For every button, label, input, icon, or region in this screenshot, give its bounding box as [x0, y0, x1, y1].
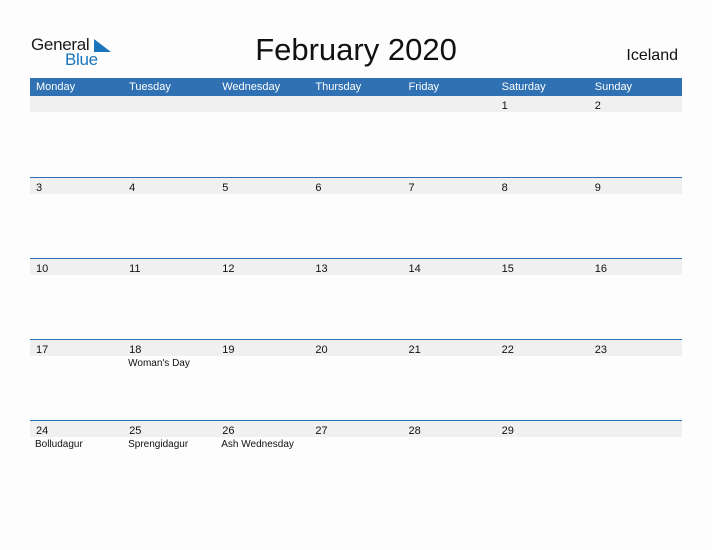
day-number: 13 — [315, 263, 328, 275]
day-number: 26 — [222, 425, 235, 437]
day-cell[interactable]: 16 — [589, 259, 682, 275]
day-cell[interactable]: 1 — [496, 96, 589, 112]
day-number: 18 — [129, 344, 142, 356]
day-cell[interactable]: 18 Woman's Day — [123, 340, 216, 369]
day-cell[interactable]: 21 — [403, 340, 496, 356]
holiday-label: Woman's Day — [128, 358, 190, 369]
week-row: 24 Bolludagur 25 Sprengidagur 26 Ash Wednesda… — [30, 420, 682, 450]
week-row: 12 — [30, 95, 682, 112]
day-number: 2 — [594, 100, 601, 112]
day-number: 3 — [36, 182, 43, 194]
week-row: 17 18 Woman's Day 19 20 21 22 23 — [30, 339, 682, 369]
day-number: 7 — [408, 182, 415, 194]
weekday-saturday: Saturday — [501, 81, 546, 93]
day-cell[interactable]: 5 — [216, 178, 309, 194]
day-cell[interactable]: 9 — [589, 178, 682, 194]
day-number: 14 — [408, 263, 421, 275]
day-number: 5 — [222, 182, 229, 194]
day-number: 12 — [222, 263, 235, 275]
weekday-friday: Friday — [408, 81, 440, 93]
day-cell[interactable]: 23 — [589, 340, 682, 356]
day-cell[interactable]: 12 — [216, 259, 309, 275]
day-number: 17 — [36, 344, 49, 356]
day-cell[interactable]: 29 — [496, 421, 589, 437]
day-cell[interactable]: 10 — [30, 259, 123, 275]
day-cell[interactable]: 14 — [403, 259, 496, 275]
day-cell[interactable] — [216, 96, 309, 112]
day-cell[interactable] — [403, 96, 496, 112]
day-number: 25 — [129, 425, 142, 437]
week-band: 10 11 12 13 14 15 16 — [30, 259, 682, 275]
day-cell[interactable]: 2 — [589, 96, 682, 112]
day-number: 22 — [501, 344, 514, 356]
day-cell[interactable]: 11 — [123, 259, 216, 275]
day-cell[interactable]: 19 — [216, 340, 309, 356]
week-band: 24 Bolludagur 25 Sprengidagur 26 Ash Wednesda… — [30, 421, 682, 450]
weekday-sunday: Sunday — [594, 81, 633, 93]
day-cell[interactable]: 20 — [309, 340, 402, 356]
holiday-label: Sprengidagur — [128, 439, 189, 450]
calendar-title: February 2020 — [255, 32, 457, 67]
weekday-wednesday: Wednesday — [222, 81, 281, 93]
day-cell[interactable]: 13 — [309, 259, 402, 275]
country-label: Iceland — [626, 47, 678, 64]
day-number: 27 — [315, 425, 328, 437]
weekday-monday: Monday — [36, 81, 76, 93]
day-number: 4 — [129, 182, 136, 194]
day-number: 28 — [408, 425, 421, 437]
day-cell[interactable] — [30, 96, 123, 112]
day-number: 24 — [36, 425, 49, 437]
day-cell[interactable]: 4 — [123, 178, 216, 194]
day-number: 11 — [129, 263, 141, 275]
week-row: 10 11 12 13 14 15 16 — [30, 258, 682, 275]
day-number: 8 — [501, 182, 508, 194]
day-number: 20 — [315, 344, 328, 356]
day-number: 21 — [408, 344, 421, 356]
week-band: 12 — [30, 96, 682, 112]
week-row: 3 4 5 6 7 8 9 — [30, 177, 682, 194]
day-number: 19 — [222, 344, 235, 356]
week-band: 17 18 Woman's Day 19 20 21 22 23 — [30, 340, 682, 369]
day-cell[interactable]: 17 — [30, 340, 123, 356]
day-number: 23 — [594, 344, 607, 356]
day-cell[interactable]: 24 Bolludagur — [30, 421, 123, 450]
day-cell[interactable]: 28 — [403, 421, 496, 437]
day-cell[interactable]: 25 Sprengidagur — [123, 421, 216, 450]
weekday-header: Monday Tuesday Wednesday Thursday Friday… — [30, 78, 682, 96]
day-number: 1 — [501, 100, 508, 112]
holiday-label: Ash Wednesday — [221, 439, 294, 450]
day-number: 10 — [36, 263, 49, 275]
day-cell[interactable]: 15 — [496, 259, 589, 275]
day-cell[interactable]: 3 — [30, 178, 123, 194]
day-cell[interactable]: 27 — [309, 421, 402, 437]
day-number: 16 — [594, 263, 607, 275]
weekday-thursday: Thursday — [315, 81, 362, 93]
week-band: 3 4 5 6 7 8 9 — [30, 178, 682, 194]
day-cell[interactable] — [123, 96, 216, 112]
day-cell[interactable]: 7 — [403, 178, 496, 194]
day-cell[interactable]: 22 — [496, 340, 589, 356]
day-cell[interactable]: 6 — [309, 178, 402, 194]
holiday-label: Bolludagur — [35, 439, 83, 450]
day-cell[interactable] — [309, 96, 402, 112]
day-number: 29 — [501, 425, 514, 437]
day-cell[interactable] — [589, 421, 682, 437]
day-number: 9 — [594, 182, 601, 194]
day-number: 6 — [315, 182, 322, 194]
weekday-tuesday: Tuesday — [129, 81, 171, 93]
day-cell[interactable]: 26 Ash Wednesday — [216, 421, 309, 450]
day-cell[interactable]: 8 — [496, 178, 589, 194]
day-number: 15 — [501, 263, 514, 275]
